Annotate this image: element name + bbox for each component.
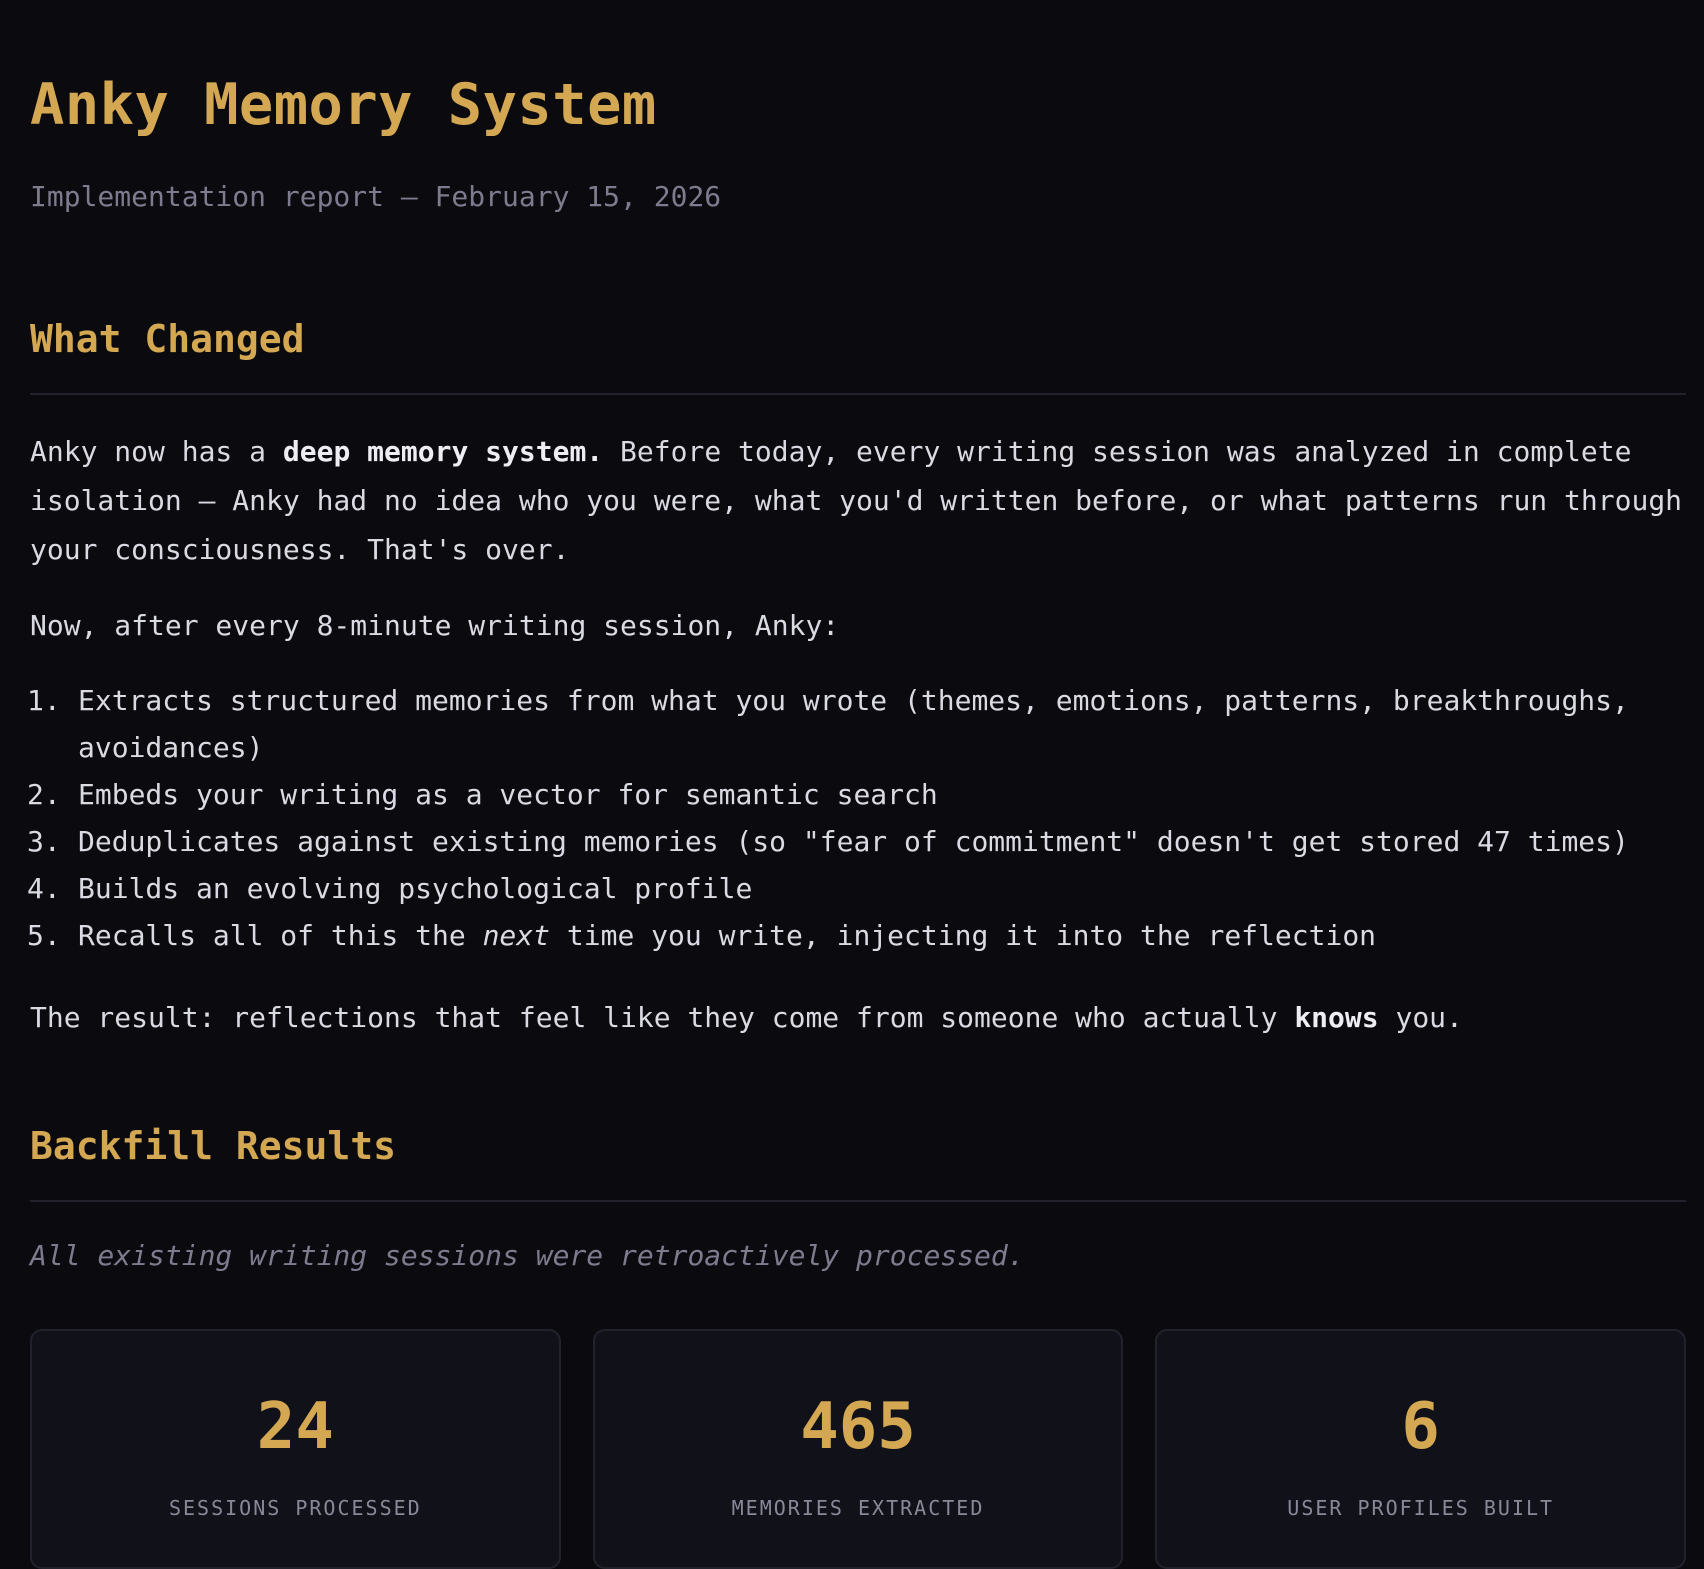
list-item-number: 3.	[27, 825, 61, 858]
stat-card-profiles: 6 USER PROFILES BUILT	[1155, 1329, 1687, 1569]
page-title: Anky Memory System	[30, 72, 657, 138]
list-item-text-start: Recalls all of this the	[78, 919, 483, 952]
list-item-text: Extracts structured memories from what y…	[78, 684, 1629, 764]
backfill-heading: Backfill Results	[30, 1124, 397, 1168]
stat-label: SESSIONS PROCESSED	[168, 1496, 422, 1520]
steps-list: 1. Extracts structured memories from what…	[27, 677, 1686, 959]
list-item-text: Embeds your writing as a vector for sema…	[78, 778, 938, 811]
result-bold-text: knows	[1294, 1001, 1379, 1034]
what-changed-section: What Changed Anky now has a deep memory …	[27, 314, 1686, 1042]
section-divider	[30, 393, 1686, 395]
list-item-number: 5.	[27, 919, 61, 952]
intro-paragraph: Anky now has a deep memory system. Befor…	[30, 427, 1686, 574]
stat-card-memories: 465 MEMORIES EXTRACTED	[592, 1329, 1124, 1569]
backfill-note: All existing writing sessions were retro…	[30, 1239, 1025, 1272]
stat-value: 6	[1401, 1390, 1440, 1464]
stat-value: 24	[256, 1390, 334, 1464]
list-item-emphasis: next	[482, 919, 551, 952]
stats-grid: 24 SESSIONS PROCESSED 465 MEMORIES EXTRA…	[30, 1329, 1687, 1569]
list-item-text: Deduplicates against existing memories (…	[78, 825, 1629, 858]
list-item: 1. Extracts structured memories from what…	[27, 677, 1686, 771]
intro-bold-text: deep memory system.	[282, 435, 604, 468]
list-item-number: 2.	[27, 778, 61, 811]
page-subtitle: Implementation report — February 15, 202…	[30, 180, 722, 213]
list-item-text: Builds an evolving psychological profile	[78, 872, 753, 905]
list-item: 3. Deduplicates against existing memories…	[27, 818, 1686, 865]
list-item-number: 1.	[27, 684, 61, 717]
list-item: 4. Builds an evolving psychological profi…	[27, 865, 1686, 912]
list-item: 2. Embeds your writing as a vector for se…	[27, 771, 1686, 818]
result-text-start: The result: reflections that feel like t…	[30, 1001, 1295, 1034]
list-item-number: 4.	[27, 872, 61, 905]
report-page: Anky Memory System Implementation report…	[0, 0, 1704, 1569]
list-item-text-end: time you write, injecting it into the re…	[550, 919, 1377, 952]
list-item: 5. Recalls all of this the next time you …	[27, 912, 1686, 959]
stat-label: MEMORIES EXTRACTED	[731, 1496, 985, 1520]
stat-label: USER PROFILES BUILT	[1287, 1496, 1555, 1520]
now-paragraph: Now, after every 8-minute writing sessio…	[30, 609, 840, 642]
result-paragraph: The result: reflections that feel like t…	[30, 993, 1686, 1042]
intro-text-start: Anky now has a	[30, 435, 283, 468]
section-divider	[30, 1200, 1686, 1202]
stat-value: 465	[800, 1390, 916, 1464]
what-changed-heading: What Changed	[30, 317, 305, 361]
stat-card-sessions: 24 SESSIONS PROCESSED	[30, 1329, 561, 1569]
result-text-end: you.	[1378, 1001, 1463, 1034]
backfill-section: Backfill Results All existing writing se…	[30, 1121, 1687, 1569]
